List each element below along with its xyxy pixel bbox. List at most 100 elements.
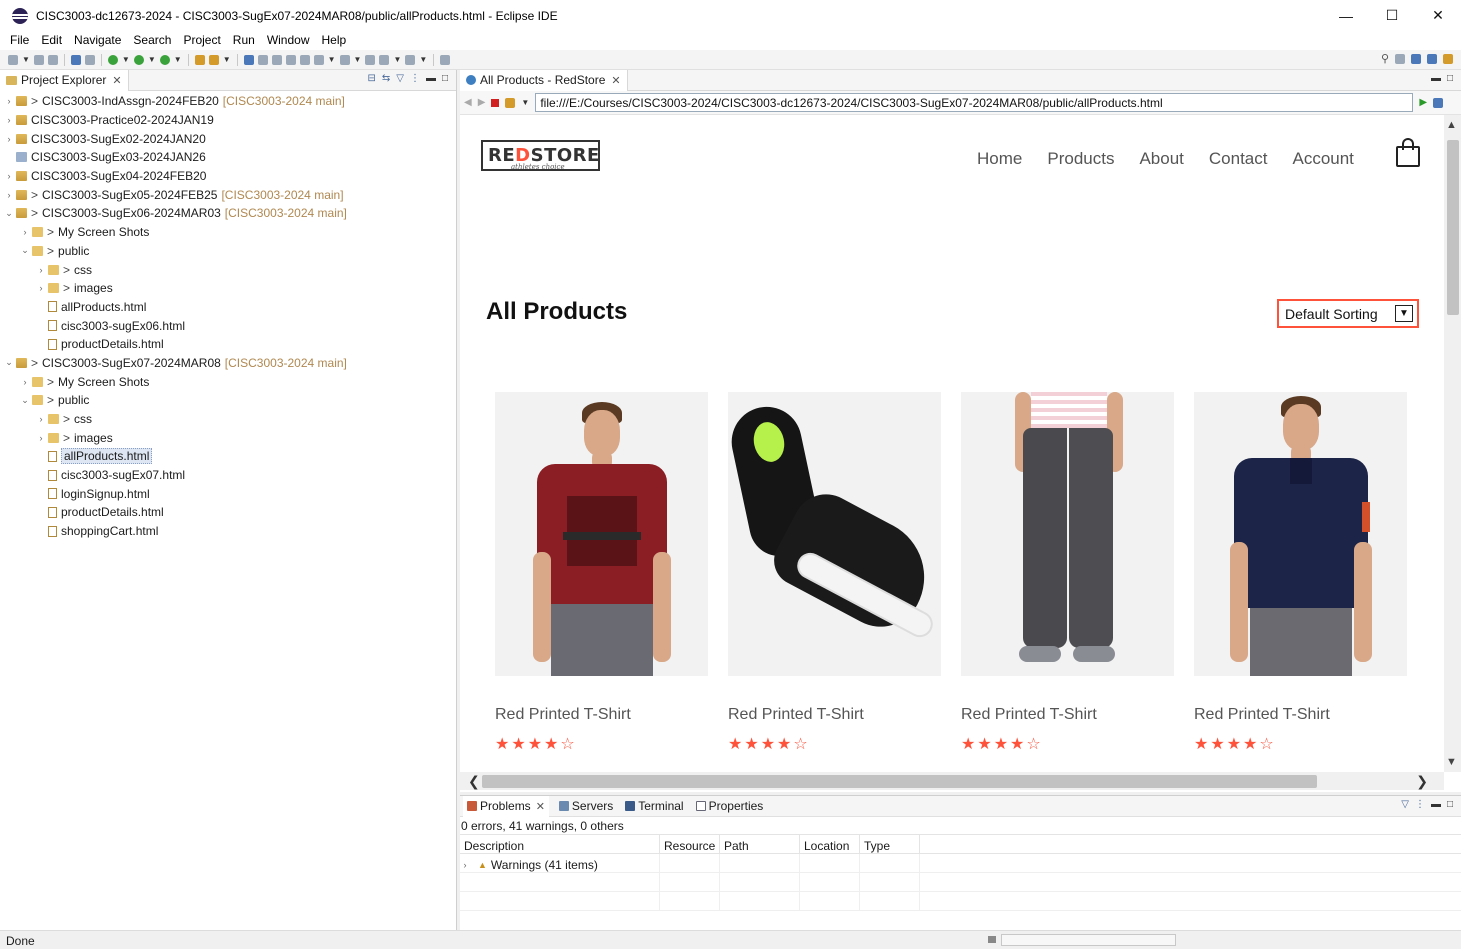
new-icon[interactable] bbox=[8, 54, 18, 65]
debug-icon[interactable] bbox=[107, 54, 118, 65]
scroll-up-icon[interactable]: ▲ bbox=[1446, 119, 1457, 131]
refresh-icon[interactable] bbox=[505, 97, 516, 108]
new-filter-icon[interactable] bbox=[299, 54, 310, 65]
maximize-view-icon[interactable]: □ bbox=[1447, 73, 1453, 84]
nav-home[interactable]: Home bbox=[977, 149, 1022, 169]
tree-item[interactable]: › > CISC3003-IndAssgn-2024FEB20 [CISC3003-2… bbox=[0, 92, 456, 111]
tree-item[interactable]: ⌄ > CISC3003-SugEx06-2024MAR03 [CISC3003-20… bbox=[0, 204, 456, 223]
menu-run[interactable]: Run bbox=[227, 31, 261, 50]
view-menu-icon[interactable]: ⋮ bbox=[1415, 799, 1425, 810]
close-icon[interactable]: ✕ bbox=[536, 800, 545, 813]
filter-icon[interactable]: ▽ bbox=[1401, 799, 1409, 810]
tree-item[interactable]: cisc3003-sugEx06.html bbox=[0, 316, 456, 335]
pin-editor-icon[interactable] bbox=[440, 54, 451, 65]
chevron-down-icon[interactable]: ⌄ bbox=[4, 357, 14, 368]
stop-icon[interactable] bbox=[491, 98, 500, 107]
chevron-right-icon[interactable]: › bbox=[20, 377, 30, 387]
nav-contact[interactable]: Contact bbox=[1209, 149, 1268, 169]
nav-about[interactable]: About bbox=[1139, 149, 1183, 169]
chevron-right-icon[interactable]: › bbox=[36, 265, 46, 275]
link-editor-icon[interactable]: ⇆ bbox=[382, 73, 390, 84]
minimize-button[interactable]: — bbox=[1323, 0, 1369, 31]
dropdown-arrow-icon[interactable]: ▼ bbox=[22, 55, 30, 64]
tree-item[interactable]: allProducts.html bbox=[0, 447, 456, 466]
minimize-view-icon[interactable]: ▬ bbox=[426, 73, 436, 84]
scroll-right-icon[interactable]: ❯ bbox=[1416, 772, 1428, 790]
chevron-right-icon[interactable]: › bbox=[36, 414, 46, 424]
go-icon[interactable]: ▶ bbox=[1419, 97, 1427, 108]
open-task-icon[interactable] bbox=[208, 54, 219, 65]
scroll-down-icon[interactable]: ▼ bbox=[1446, 756, 1457, 768]
menu-project[interactable]: Project bbox=[177, 31, 226, 50]
jee-perspective-icon[interactable] bbox=[1411, 53, 1421, 64]
save-all-icon[interactable] bbox=[47, 54, 58, 65]
web-browser-icon[interactable] bbox=[243, 54, 254, 65]
tree-item[interactable]: loginSignup.html bbox=[0, 484, 456, 503]
product-card[interactable]: Red Printed T-Shirt ★ ★ ★ ★ ☆ bbox=[1194, 392, 1407, 754]
tree-item[interactable]: › CISC3003-Practice02-2024JAN19 bbox=[0, 111, 456, 130]
tab-problems[interactable]: Problems ✕ bbox=[463, 795, 549, 817]
tab-servers[interactable]: Servers bbox=[557, 799, 615, 813]
web-perspective-icon[interactable] bbox=[1427, 53, 1437, 64]
dropdown-arrow-icon[interactable]: ▼ bbox=[354, 55, 362, 64]
cart-icon[interactable] bbox=[1396, 138, 1420, 167]
tree-item[interactable]: allProducts.html bbox=[0, 298, 456, 317]
close-icon[interactable]: ✕ bbox=[611, 74, 620, 87]
nav-products[interactable]: Products bbox=[1047, 149, 1114, 169]
tab-terminal[interactable]: Terminal bbox=[623, 799, 685, 813]
sort-select[interactable]: Default Sorting ▼ bbox=[1277, 299, 1419, 328]
dropdown-arrow-icon[interactable]: ▼ bbox=[223, 55, 231, 64]
vertical-scrollbar[interactable]: ▲ ▼ bbox=[1444, 115, 1461, 772]
chevron-right-icon[interactable]: › bbox=[36, 433, 46, 443]
tree-item[interactable]: › CISC3003-SugEx02-2024JAN20 bbox=[0, 129, 456, 148]
scroll-left-icon[interactable]: ❮ bbox=[468, 772, 480, 790]
chevron-down-icon[interactable]: ⌄ bbox=[20, 395, 30, 406]
tree-item[interactable]: › > images bbox=[0, 428, 456, 447]
collapse-all-icon[interactable]: ⊟ bbox=[367, 73, 375, 84]
horizontal-scrollbar[interactable]: ❮ ❯ bbox=[460, 772, 1444, 790]
tree-item[interactable]: CISC3003-SugEx03-2024JAN26 bbox=[0, 148, 456, 167]
progress-icon[interactable] bbox=[988, 936, 996, 943]
column-path[interactable]: Path bbox=[720, 835, 800, 853]
column-type[interactable]: Type bbox=[860, 835, 920, 853]
chevron-right-icon[interactable]: › bbox=[4, 171, 14, 181]
product-card[interactable]: Red Printed T-Shirt ★ ★ ★ ★ ☆ bbox=[495, 392, 708, 754]
product-name[interactable]: Red Printed T-Shirt bbox=[1194, 706, 1407, 724]
chevron-right-icon[interactable]: › bbox=[4, 115, 14, 125]
chevron-right-icon[interactable]: › bbox=[4, 190, 14, 200]
tree-item[interactable]: shoppingCart.html bbox=[0, 522, 456, 541]
tree-item[interactable]: › > CISC3003-SugEx05-2024FEB25 [CISC3003-20… bbox=[0, 185, 456, 204]
back-icon[interactable] bbox=[379, 54, 390, 65]
column-resource[interactable]: Resource bbox=[660, 835, 720, 853]
dropdown-arrow-icon[interactable]: ▼ bbox=[328, 55, 336, 64]
product-card[interactable]: Red Printed T-Shirt ★ ★ ★ ★ ☆ bbox=[728, 392, 941, 754]
chevron-right-icon[interactable]: › bbox=[20, 227, 30, 237]
close-button[interactable]: ✕ bbox=[1415, 0, 1461, 31]
menu-edit[interactable]: Edit bbox=[35, 31, 68, 50]
tree-item[interactable]: › > My Screen Shots bbox=[0, 223, 456, 242]
minimize-view-icon[interactable]: ▬ bbox=[1431, 73, 1441, 84]
last-edit-icon[interactable] bbox=[365, 54, 376, 65]
url-input[interactable] bbox=[535, 93, 1414, 112]
tree-item[interactable]: productDetails.html bbox=[0, 503, 456, 522]
open-folder-icon[interactable] bbox=[194, 54, 205, 65]
tab-all-products[interactable]: All Products - RedStore ✕ bbox=[460, 69, 628, 91]
back-arrow-icon[interactable]: ◀ bbox=[464, 97, 472, 108]
horizontal-scroll-thumb[interactable] bbox=[482, 775, 1317, 788]
dropdown-arrow-icon[interactable]: ▼ bbox=[122, 55, 130, 64]
product-name[interactable]: Red Printed T-Shirt bbox=[495, 706, 708, 724]
new-server-icon[interactable] bbox=[257, 54, 268, 65]
tree-item[interactable]: ⌄ > public bbox=[0, 391, 456, 410]
maximize-view-icon[interactable]: □ bbox=[442, 73, 448, 84]
product-card[interactable]: Red Printed T-Shirt ★ ★ ★ ★ ☆ bbox=[961, 392, 1174, 754]
maximize-button[interactable]: ☐ bbox=[1369, 0, 1415, 31]
run-external-icon[interactable] bbox=[159, 54, 170, 65]
skip-breakpoints-icon[interactable] bbox=[84, 54, 95, 65]
dropdown-arrow-icon[interactable]: ▼ bbox=[419, 55, 427, 64]
column-description[interactable]: Description bbox=[460, 835, 660, 853]
close-icon[interactable]: ✕ bbox=[112, 74, 121, 87]
open-perspective-icon[interactable] bbox=[1395, 53, 1405, 64]
dropdown-arrow-icon[interactable]: ▼ bbox=[174, 55, 182, 64]
dropdown-arrow-icon[interactable]: ▼ bbox=[148, 55, 156, 64]
menu-window[interactable]: Window bbox=[261, 31, 316, 50]
